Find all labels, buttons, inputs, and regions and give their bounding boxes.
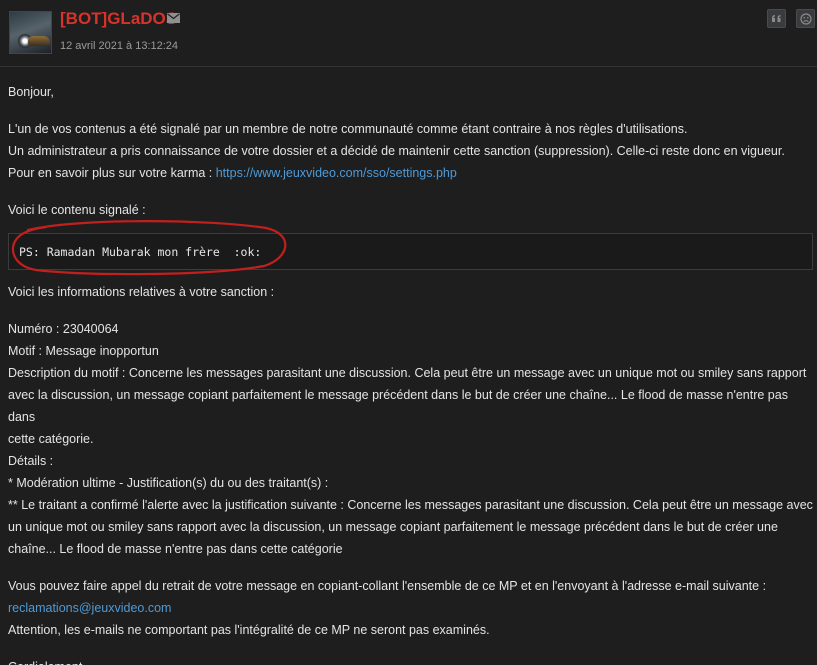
sanction-motif: Motif : Message inopportun [8,344,159,358]
karma-line: Pour en savoir plus sur votre karma : ht… [8,162,814,184]
intro-line-1: L'un de vos contenus a été signalé par u… [8,122,688,136]
appeal-email-link[interactable]: reclamations@jeuxvideo.com [8,601,171,615]
reported-content-block: PS: Ramadan Mubarak mon frère :ok: [8,233,813,270]
sanction-description-2: avec la discussion, un message copiant p… [8,388,788,424]
closing-text: Cordialement. [8,656,814,665]
traitant-line-3: chaîne... Le flood de masse n'entre pas … [8,542,343,556]
avatar-body-shape [28,36,50,46]
sanction-description-1: Description du motif : Concerne les mess… [8,366,807,380]
intro-line-2: Un administrateur a pris connaissance de… [8,144,785,158]
message-body: Bonjour, L'un de vos contenus a été sign… [8,81,814,221]
sanction-label: Voici les informations relatives à votre… [8,285,275,299]
sanction-section: Voici les informations relatives à votre… [8,281,814,665]
sanction-details-label: Détails : [8,454,54,468]
private-message-post: [BOT]GLaDOS 12 avril 2021 à 13:12:24 Bon… [0,0,817,665]
sanction-number: Numéro : 23040064 [8,322,119,336]
user-avatar[interactable] [9,11,52,54]
quote-icon [772,15,781,22]
author-username[interactable]: [BOT]GLaDOS [60,9,177,29]
reported-content-label: Voici le contenu signalé : [8,203,146,217]
post-date: 12 avril 2021 à 13:12:24 [60,40,179,52]
alert-icon [799,12,812,25]
karma-link[interactable]: https://www.jeuxvideo.com/sso/settings.p… [216,166,457,180]
karma-prefix: Pour en savoir plus sur votre karma : [8,166,216,180]
traitant-line-1: ** Le traitant a confirmé l'alerte avec … [8,498,813,512]
report-button[interactable] [796,9,815,28]
traitant-line-2: un unique mot ou smiley sans rapport ave… [8,520,778,534]
post-header: [BOT]GLaDOS 12 avril 2021 à 13:12:24 [0,0,817,67]
moderation-line: * Modération ultime - Justification(s) d… [8,476,329,490]
appeal-line-1: Vous pouvez faire appel du retrait de vo… [8,579,767,593]
sanction-description-3: cette catégorie. [8,432,94,446]
appeal-line-2: Attention, les e-mails ne comportant pas… [8,623,490,637]
quote-button[interactable] [767,9,786,28]
reported-content-text: PS: Ramadan Mubarak mon frère :ok: [19,245,262,259]
greeting-text: Bonjour, [8,85,54,99]
appeal-email-line: reclamations@jeuxvideo.com [8,597,814,619]
envelope-icon[interactable] [167,13,180,23]
